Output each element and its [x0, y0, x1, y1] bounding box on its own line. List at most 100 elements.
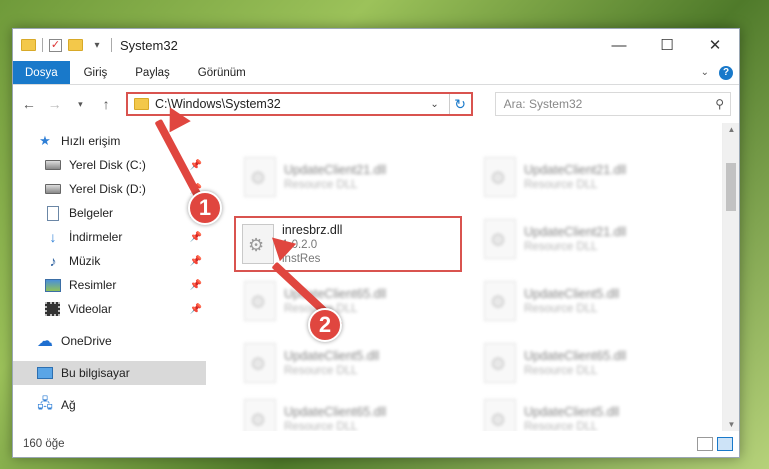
refresh-icon[interactable]: ↻	[448, 94, 471, 114]
network-icon: 🖧	[37, 395, 53, 411]
minimize-icon[interactable]: —	[595, 29, 643, 61]
tab-home[interactable]: Giriş	[70, 61, 122, 84]
file-desc: Resource DLL	[524, 365, 598, 377]
customize-toolbar-icon[interactable]: ▾	[89, 40, 105, 51]
document-icon	[47, 205, 59, 221]
forward-arrow-icon[interactable]: →	[47, 96, 63, 112]
nav-label: Müzik	[69, 254, 101, 268]
file-name: UpdateClient21.dll	[524, 225, 627, 239]
music-icon: ♪	[49, 253, 57, 269]
file-item[interactable]: UpdateClient21.dll Resource DLL	[474, 211, 704, 267]
divider	[111, 38, 112, 52]
main-area: ★ Hızlı erişim Yerel Disk (C:) 📌 Yerel D…	[13, 123, 739, 431]
dll-file-icon	[484, 281, 516, 321]
search-placeholder: Ara: System32	[503, 97, 583, 111]
scroll-down-icon[interactable]: ▼	[723, 420, 740, 429]
tab-share[interactable]: Paylaş	[121, 61, 184, 84]
pin-icon[interactable]: 📌	[190, 160, 202, 171]
close-icon[interactable]: ✕	[691, 29, 739, 61]
cloud-icon: ☁	[37, 333, 53, 350]
nav-label: Yerel Disk (D:)	[69, 182, 146, 196]
file-desc: Resource DLL	[284, 179, 358, 191]
nav-label: Videolar	[68, 302, 112, 316]
status-bar: 160 öğe	[13, 431, 739, 457]
tiles-view-icon[interactable]	[717, 437, 733, 451]
nav-network[interactable]: 🖧 Ağ	[13, 393, 206, 417]
folder-icon	[21, 39, 36, 51]
nav-item-videos[interactable]: Videolar 📌	[13, 297, 206, 321]
file-desc: Resource DLL	[524, 179, 598, 191]
file-name: UpdateClient65.dll	[524, 349, 627, 363]
file-desc: Resource DLL	[524, 421, 598, 431]
chevron-down-icon[interactable]: ⌄	[427, 99, 443, 110]
dll-file-icon	[244, 399, 276, 431]
nav-label: Ağ	[61, 398, 76, 412]
vertical-scrollbar[interactable]: ▲ ▼	[722, 123, 739, 431]
item-count: 160 öğe	[23, 438, 65, 450]
up-arrow-icon[interactable]: ↑	[98, 96, 114, 112]
file-item[interactable]: UpdateClient5.dll Resource DLL	[474, 273, 704, 329]
nav-onedrive[interactable]: ☁ OneDrive	[13, 329, 206, 353]
file-item[interactable]: UpdateClient5.dll Resource DLL	[234, 335, 464, 391]
nav-this-pc[interactable]: Bu bilgisayar	[13, 361, 206, 385]
nav-item-music[interactable]: ♪ Müzik 📌	[13, 249, 206, 273]
nav-label: Hızlı erişim	[61, 134, 121, 148]
file-item[interactable]: UpdateClient21.dll Resource DLL	[234, 149, 464, 205]
title-bar: ✓ ▾ System32 — ☐ ✕	[13, 29, 739, 61]
tab-file[interactable]: Dosya	[13, 61, 70, 84]
pin-icon[interactable]: 📌	[190, 256, 202, 267]
file-item[interactable]: UpdateClient65.dllResource DLL	[234, 273, 464, 329]
scroll-thumb[interactable]	[726, 163, 736, 211]
dll-file-icon	[244, 281, 276, 321]
maximize-icon[interactable]: ☐	[643, 29, 691, 61]
nav-item-disk-d[interactable]: Yerel Disk (D:) 📌	[13, 177, 206, 201]
navigation-pane: ★ Hızlı erişim Yerel Disk (C:) 📌 Yerel D…	[13, 123, 206, 431]
file-desc: Resource DLL	[524, 241, 598, 253]
nav-label: Yerel Disk (C:)	[69, 158, 146, 172]
properties-icon[interactable]: ✓	[49, 38, 62, 52]
nav-item-documents[interactable]: Belgeler 📌	[13, 201, 206, 225]
dll-file-icon	[484, 343, 516, 383]
expand-ribbon-icon[interactable]: ⌄	[701, 67, 709, 78]
dll-file-icon	[484, 399, 516, 431]
explorer-window: ✓ ▾ System32 — ☐ ✕ Dosya Giriş Paylaş Gö…	[12, 28, 740, 458]
nav-item-pictures[interactable]: Resimler 📌	[13, 273, 206, 297]
search-icon[interactable]: ⚲	[715, 97, 724, 111]
window-title: System32	[120, 37, 178, 53]
view-toggle	[697, 437, 739, 451]
ribbon-tabs: Dosya Giriş Paylaş Görünüm ⌄ ?	[13, 61, 739, 85]
file-name: UpdateClient5.dll	[284, 349, 380, 363]
scroll-up-icon[interactable]: ▲	[723, 125, 740, 134]
file-item[interactable]: UpdateClient65.dll Resource DLL	[474, 335, 704, 391]
tab-view[interactable]: Görünüm	[184, 61, 260, 84]
nav-label: Belgeler	[69, 206, 114, 220]
pin-icon[interactable]: 📌	[190, 232, 202, 243]
step-badge-2: 2	[308, 308, 342, 342]
back-arrow-icon[interactable]: ←	[21, 96, 37, 112]
file-name: UpdateClient21.dll	[284, 163, 387, 177]
file-item[interactable]: UpdateClient65.dllResource DLL	[234, 391, 464, 431]
file-desc: Resource DLL	[284, 421, 358, 431]
ribbon-right: ⌄ ?	[701, 61, 739, 84]
help-icon[interactable]: ?	[719, 65, 733, 80]
window-controls: — ☐ ✕	[595, 29, 739, 61]
recent-dropdown-icon[interactable]: ▾	[73, 99, 89, 110]
pin-icon[interactable]: 📌	[190, 304, 202, 315]
file-desc: Resource DLL	[524, 303, 598, 315]
divider	[42, 38, 43, 52]
file-item[interactable]: UpdateClient5.dll Resource DLL	[474, 391, 704, 431]
file-name: inresbrz.dll	[282, 223, 343, 237]
search-input[interactable]: Ara: System32 ⚲	[494, 92, 732, 116]
folder-icon	[134, 98, 149, 110]
dll-file-icon	[484, 219, 516, 259]
video-icon	[45, 302, 60, 316]
details-view-icon[interactable]	[697, 437, 713, 451]
nav-item-downloads[interactable]: ↓ İndirmeler 📌	[13, 225, 206, 249]
file-desc: Resource DLL	[284, 365, 358, 377]
new-folder-icon[interactable]	[68, 39, 83, 51]
file-item[interactable]: UpdateClient21.dll Resource DLL	[474, 149, 704, 205]
pin-icon[interactable]: 📌	[190, 280, 202, 291]
computer-icon	[37, 367, 53, 379]
